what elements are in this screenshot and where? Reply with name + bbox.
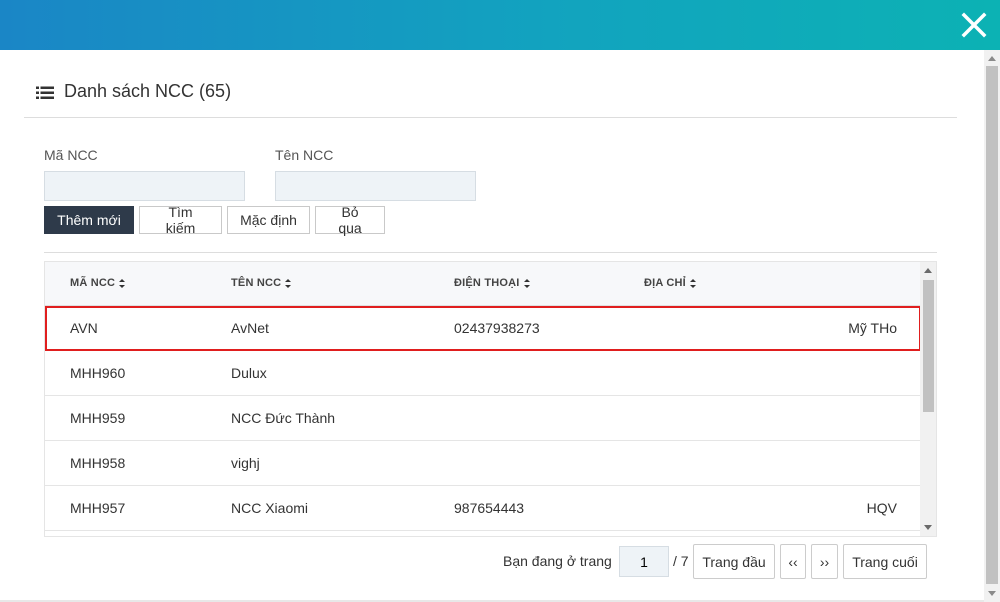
- cell-code: MHH957: [70, 500, 126, 516]
- name-input[interactable]: [275, 171, 476, 201]
- table-row[interactable]: MHH960 Dulux: [45, 351, 921, 396]
- prev-page-button[interactable]: ‹‹: [780, 544, 806, 579]
- close-icon[interactable]: [960, 10, 988, 40]
- page-title-text: Danh sách NCC (65): [64, 80, 232, 101]
- first-page-button[interactable]: Trang đầu: [693, 544, 775, 579]
- sort-icon[interactable]: [285, 278, 292, 288]
- pagination-prefix: Bạn đang ở trang: [503, 553, 612, 569]
- supplier-table: MÃ NCC TÊN NCC ĐIỆN THOẠI ĐỊA CHỈ AVN Av…: [44, 261, 937, 537]
- table-row[interactable]: MHH958 vighj: [45, 441, 921, 486]
- add-button[interactable]: Thêm mới: [44, 206, 134, 234]
- pagination-total: / 7: [673, 553, 689, 569]
- scroll-down-icon[interactable]: [988, 591, 996, 596]
- modal-header-bar: [0, 0, 1000, 50]
- table-row[interactable]: MHH957 NCC Xiaomi 987654443 HQV: [45, 486, 921, 531]
- last-page-button[interactable]: Trang cuối: [843, 544, 927, 579]
- scroll-thumb[interactable]: [923, 280, 934, 412]
- cell-phone: 02437938273: [454, 320, 540, 336]
- cell-code: AVN: [70, 320, 98, 336]
- cell-name: Dulux: [231, 365, 267, 381]
- sort-icon[interactable]: [523, 278, 530, 288]
- name-label: Tên NCC: [275, 147, 334, 163]
- page-number-input[interactable]: [619, 546, 669, 577]
- scroll-thumb[interactable]: [986, 66, 998, 584]
- page-title: Danh sách NCC (65): [36, 80, 231, 102]
- sort-icon[interactable]: [689, 278, 696, 288]
- cell-phone: 987654443: [454, 500, 525, 516]
- table-scrollbar[interactable]: [920, 262, 936, 536]
- cell-name: NCC Xiaomi: [231, 500, 309, 516]
- cell-address: Mỹ THo: [848, 320, 897, 336]
- column-header-address[interactable]: ĐỊA CHỈ: [644, 277, 696, 289]
- scroll-up-icon[interactable]: [924, 268, 932, 273]
- divider: [24, 117, 957, 118]
- next-page-button[interactable]: ››: [811, 544, 838, 579]
- default-button[interactable]: Mặc định: [227, 206, 310, 234]
- cell-address: HQV: [866, 500, 897, 516]
- code-label: Mã NCC: [44, 147, 98, 163]
- search-button[interactable]: Tìm kiếm: [139, 204, 222, 236]
- cell-name: vighj: [231, 455, 260, 471]
- divider: [44, 252, 937, 253]
- table-header: MÃ NCC TÊN NCC ĐIỆN THOẠI ĐỊA CHỈ: [45, 262, 921, 306]
- page-scrollbar[interactable]: [984, 50, 1000, 602]
- cell-name: AvNet: [231, 320, 269, 336]
- column-header-code[interactable]: MÃ NCC: [70, 277, 126, 289]
- cell-code: MHH960: [70, 365, 126, 381]
- skip-button[interactable]: Bỏ qua: [315, 204, 385, 236]
- cell-code: MHH958: [70, 455, 126, 471]
- code-input[interactable]: [44, 171, 245, 201]
- sort-icon[interactable]: [119, 278, 126, 288]
- cell-name: NCC Đức Thành: [231, 410, 336, 426]
- column-header-phone[interactable]: ĐIỆN THOẠI: [454, 277, 530, 289]
- table-row[interactable]: AVN AvNet 02437938273 Mỹ THo: [45, 306, 921, 351]
- scroll-down-icon[interactable]: [924, 525, 932, 530]
- list-icon: [36, 84, 54, 99]
- table-row[interactable]: MHH959 NCC Đức Thành: [45, 396, 921, 441]
- cell-code: MHH959: [70, 410, 126, 426]
- scroll-up-icon[interactable]: [988, 56, 996, 61]
- column-header-name[interactable]: TÊN NCC: [231, 277, 292, 289]
